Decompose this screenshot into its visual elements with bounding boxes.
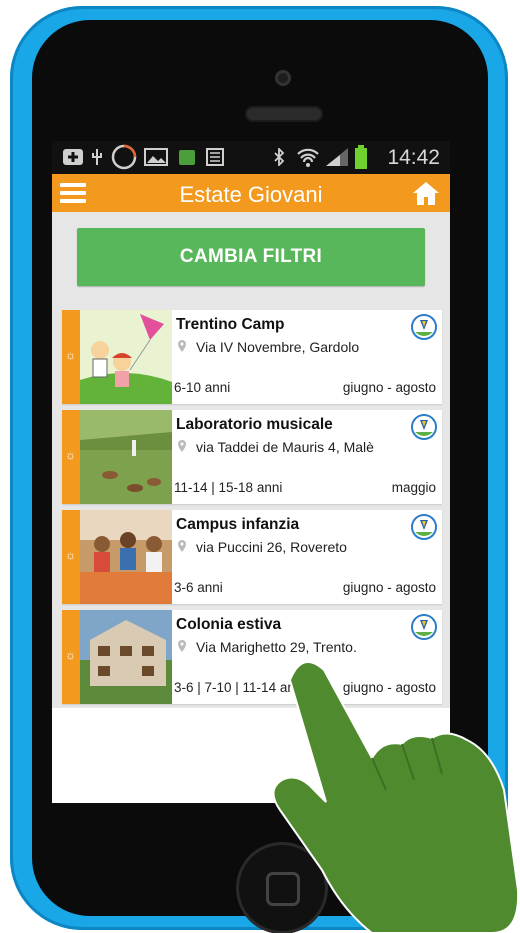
app-toolbar: Estate Giovani xyxy=(52,174,450,212)
plus-icon xyxy=(63,149,83,165)
organizer-logo-icon xyxy=(411,514,437,540)
event-ages: 3-6 anni xyxy=(174,580,223,595)
volume-down-button xyxy=(14,286,24,342)
sun-icon: ☼ xyxy=(65,448,76,462)
home-icon[interactable] xyxy=(412,180,440,206)
android-icon xyxy=(179,150,195,165)
event-ages: 11-14 | 15-18 anni xyxy=(174,480,283,495)
sun-icon: ☼ xyxy=(65,348,76,362)
event-card-laboratorio-musicale[interactable]: ☼ Laboratorio musicale via Taddei de Mau… xyxy=(62,410,442,504)
event-address: Via IV Novembre, Gardolo xyxy=(196,339,360,355)
sun-icon: ☼ xyxy=(65,548,76,562)
event-period: giugno - agosto xyxy=(342,380,436,395)
signal-icon xyxy=(326,148,348,166)
volume-up-button xyxy=(14,211,24,267)
location-pin-icon xyxy=(178,640,186,652)
event-thumbnail xyxy=(80,410,172,504)
pointing-hand-icon xyxy=(272,661,520,933)
event-period: maggio xyxy=(391,480,436,495)
earpiece xyxy=(245,106,323,122)
event-address: via Puccini 26, Rovereto xyxy=(196,539,347,555)
sun-icon: ☼ xyxy=(65,648,76,662)
usb-icon xyxy=(92,149,102,165)
location-pin-icon xyxy=(178,540,186,552)
event-title: Trentino Camp xyxy=(176,316,285,333)
event-card-campus-infanzia[interactable]: ☼ Campus infanzia via Puccini 26, Rovere… xyxy=(62,510,442,604)
organizer-logo-icon xyxy=(411,414,437,440)
event-title: Colonia estiva xyxy=(176,616,282,633)
event-card-trentino-camp[interactable]: ☼ Trentino Camp Via IV Novembre, Gardolo… xyxy=(62,310,442,404)
event-address: via Taddei de Mauris 4, Malè xyxy=(196,439,374,455)
mute-switch xyxy=(14,151,24,185)
battery-icon xyxy=(355,145,367,169)
event-title: Campus infanzia xyxy=(176,516,300,533)
wifi-icon xyxy=(297,148,319,167)
location-pin-icon xyxy=(178,340,186,352)
app-title: Estate Giovani xyxy=(179,182,323,207)
event-thumbnail xyxy=(80,610,172,704)
event-ages: 6-10 anni xyxy=(174,380,231,395)
sync-ring-icon xyxy=(111,144,137,170)
event-thumbnail xyxy=(80,510,172,604)
battery-full-icon xyxy=(206,148,224,166)
change-filters-button[interactable]: CAMBIA FILTRI xyxy=(77,228,425,286)
location-pin-icon xyxy=(178,440,186,452)
gallery-icon xyxy=(144,148,168,166)
clock: 14:42 xyxy=(387,146,440,169)
event-thumbnail xyxy=(80,310,172,404)
event-title: Laboratorio musicale xyxy=(176,416,333,433)
organizer-logo-icon xyxy=(411,314,437,340)
organizer-logo-icon xyxy=(411,614,437,640)
bluetooth-icon xyxy=(274,148,285,166)
status-bar: 14:42 xyxy=(52,141,450,174)
front-camera xyxy=(275,70,291,86)
event-period: giugno - agosto xyxy=(342,580,436,595)
